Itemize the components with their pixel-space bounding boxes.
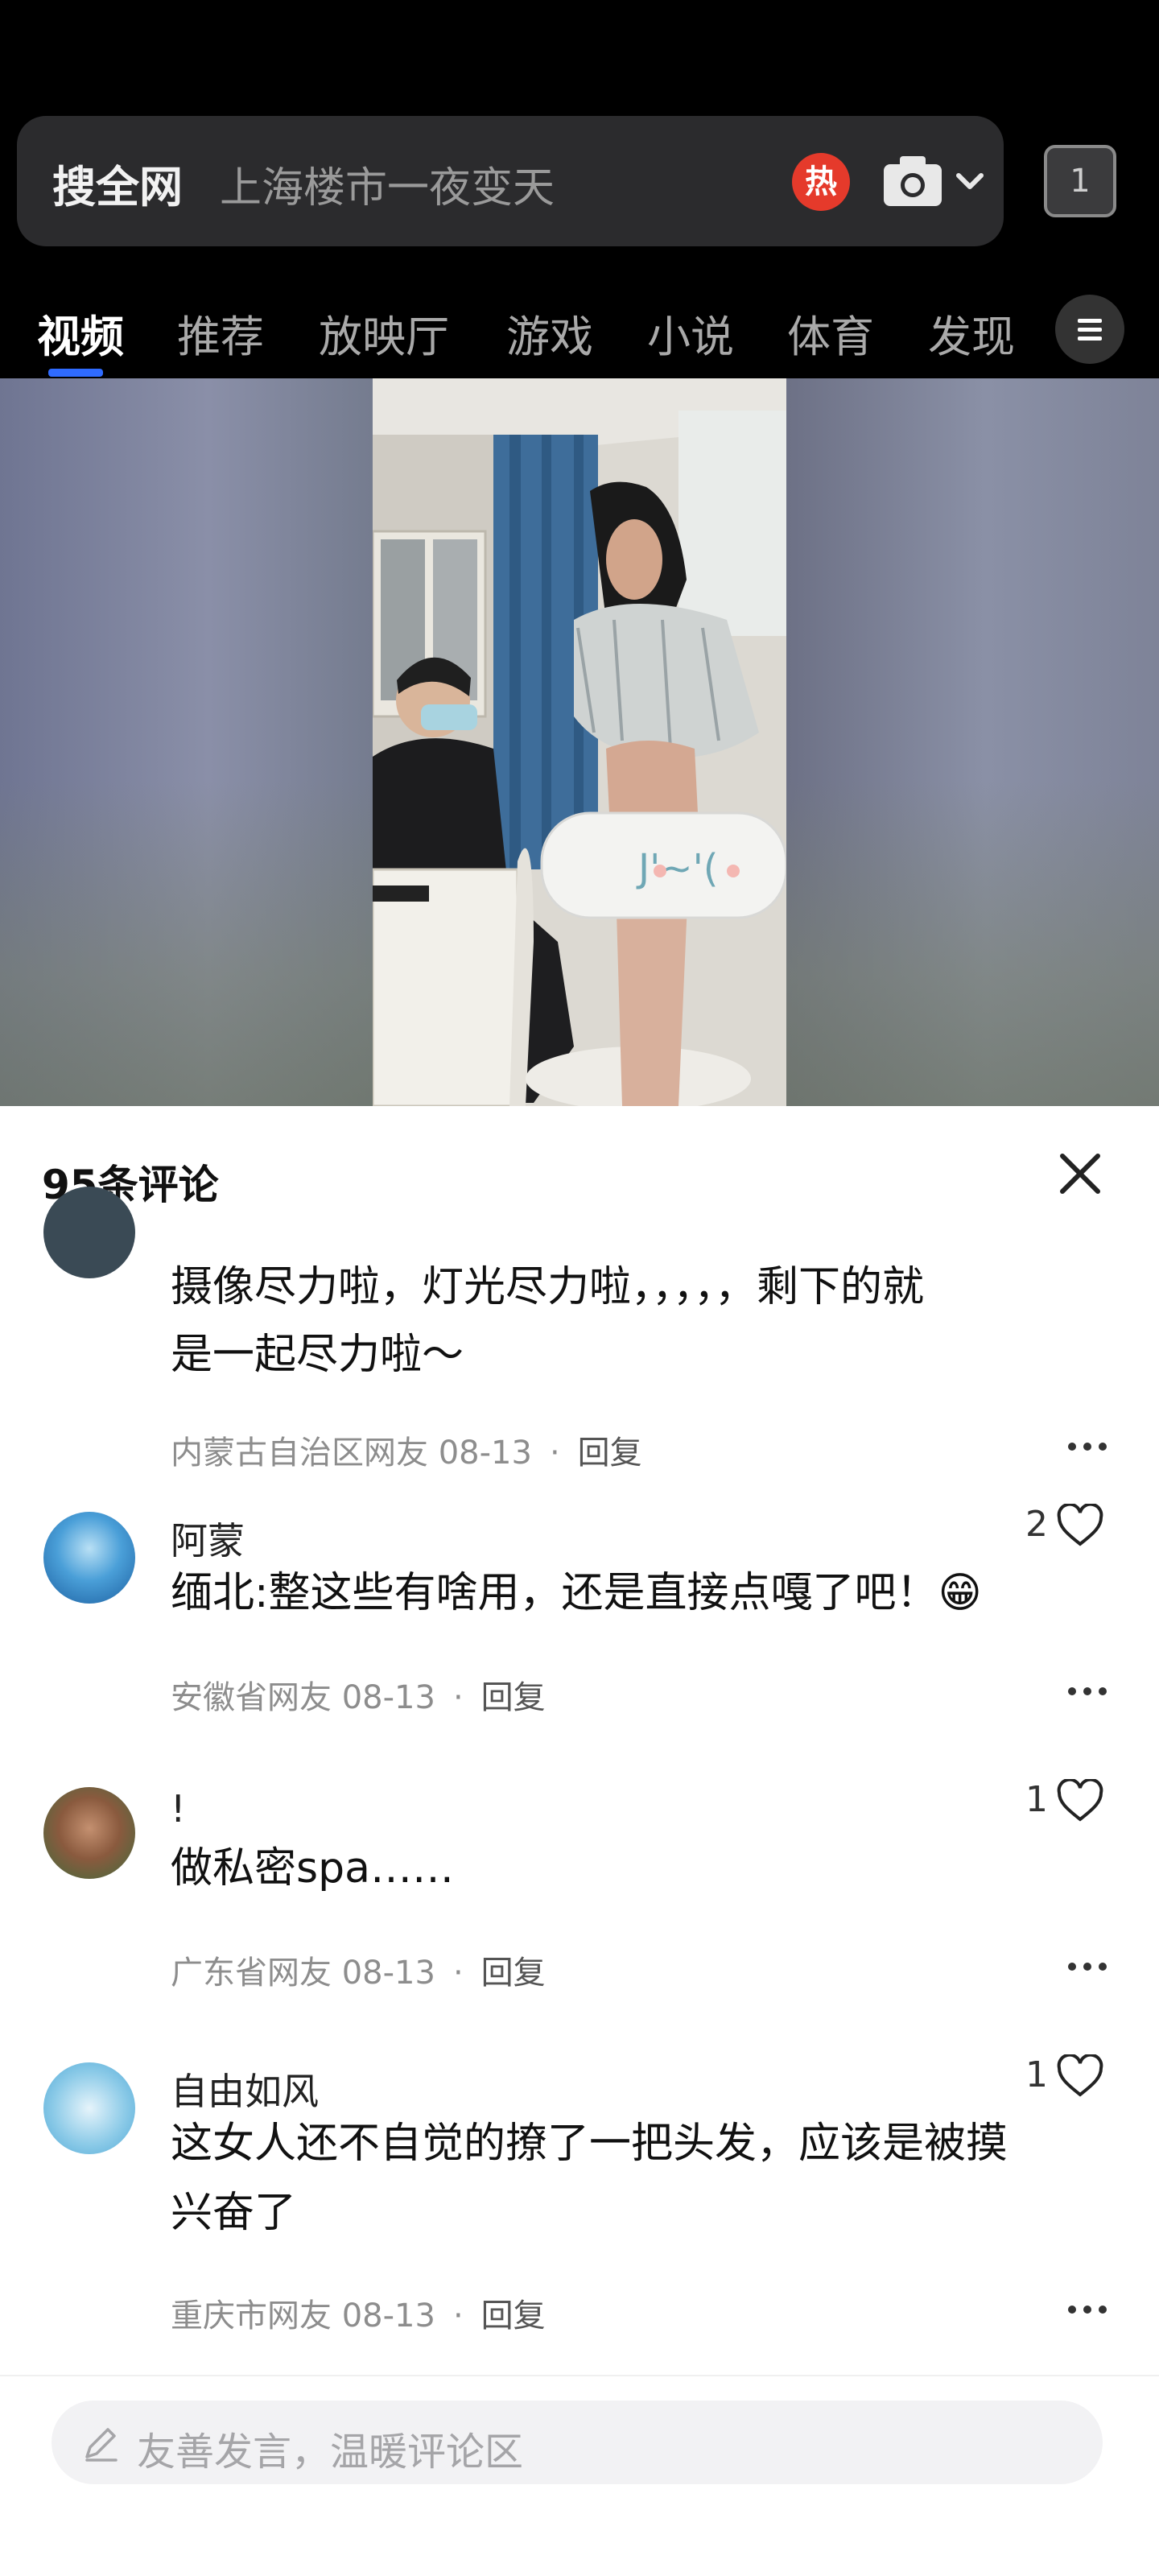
tab-novels[interactable]: 小说 — [647, 301, 734, 365]
avatar[interactable] — [43, 1512, 135, 1604]
comment-text-line: 是一起尽力啦～ — [171, 1331, 464, 1379]
video-sticker-text: J'~'( — [636, 846, 719, 891]
meta-separator: · — [549, 1435, 560, 1472]
comment-author[interactable]: ! — [171, 1787, 185, 1831]
reply-button[interactable]: 回复 — [481, 1679, 546, 1716]
heart-icon[interactable] — [1056, 1502, 1104, 1549]
comment-date: 08-13 — [341, 1679, 435, 1716]
avatar[interactable] — [43, 1787, 135, 1879]
meta-separator: · — [452, 2297, 464, 2334]
comment-author[interactable]: 自由如风 — [171, 2062, 319, 2116]
comment-text-line: 这女人还不自觉的撩了一把头发，应该是被摸 — [171, 2120, 1008, 2168]
comment-text-line: 摄像尽力啦，灯光尽力啦，，，，，剩下的就 — [171, 1263, 925, 1311]
tab-video[interactable]: 视频 — [37, 301, 124, 365]
comment-region: 广东省网友 — [171, 1955, 332, 1992]
more-options-icon[interactable] — [1067, 1686, 1107, 1697]
comment-region: 安徽省网友 — [171, 1679, 332, 1716]
tab-sports[interactable]: 体育 — [787, 301, 874, 365]
like-button[interactable]: 1 — [1025, 1777, 1104, 1824]
reply-button[interactable]: 回复 — [578, 1435, 642, 1472]
comment-date: 08-13 — [341, 2297, 435, 2334]
search-bar[interactable]: 搜全网 上海楼市一夜变天 热 — [17, 116, 1004, 246]
input-divider — [0, 2375, 1159, 2376]
comment-region: 重庆市网友 — [171, 2297, 332, 2334]
like-count: 1 — [1025, 1779, 1048, 1820]
heart-icon[interactable] — [1056, 2053, 1104, 2099]
comment-item: 摄像尽力啦，灯光尽力啦，，，，，剩下的就 是一起尽力啦～ 内蒙古自治区网友 08… — [0, 1187, 1159, 1484]
pencil-icon — [85, 2428, 118, 2462]
hot-icon[interactable]: 热 — [792, 153, 850, 211]
video-player[interactable]: J'~'( — [0, 378, 1159, 1106]
avatar[interactable] — [43, 1187, 135, 1278]
comment-date: 08-13 — [341, 1955, 435, 1992]
like-button[interactable]: 1 — [1025, 2053, 1104, 2099]
avatar[interactable] — [43, 2062, 135, 2154]
meta-separator: · — [452, 1679, 464, 1716]
comment-text-line: 做私密spa…… — [171, 1844, 454, 1893]
tab-count-button[interactable]: 1 — [1044, 145, 1116, 217]
comment-meta: 重庆市网友 08-13 · 回复 — [171, 2289, 546, 2336]
search-input[interactable]: 上海楼市一夜变天 — [220, 154, 555, 214]
video-frame[interactable]: J'~'( — [373, 378, 786, 1106]
more-options-icon[interactable] — [1067, 2304, 1107, 2315]
comment-meta: 内蒙古自治区网友 08-13 · 回复 — [171, 1426, 642, 1473]
tab-recommend[interactable]: 推荐 — [177, 301, 264, 365]
like-button[interactable]: 2 — [1025, 1502, 1104, 1549]
comment-input-placeholder: 友善发言，温暖评论区 — [137, 2429, 524, 2475]
search-scope-label: 搜全网 — [52, 162, 183, 213]
like-count: 1 — [1025, 2054, 1048, 2095]
comment-item: 阿蒙 2 缅北:整这些有啥用，还是直接点嘎了吧！😁 安徽省网友 08-13 · 回复 — [0, 1502, 1159, 1753]
comment-author[interactable]: 阿蒙 — [171, 1512, 245, 1565]
more-options-icon[interactable] — [1067, 1441, 1107, 1452]
active-tab-indicator — [48, 369, 103, 377]
heart-icon[interactable] — [1056, 1777, 1104, 1824]
top-header: 搜全网 上海楼市一夜变天 热 1 视频 推荐 放映厅 游戏 小说 体育 发现 — [0, 0, 1159, 378]
video-still-image: J'~'( — [373, 378, 786, 1106]
nav-tabs: 视频 推荐 放映厅 游戏 小说 体育 发现 — [0, 290, 1159, 378]
tab-discover[interactable]: 发现 — [928, 301, 1015, 365]
comment-item: ! 1 做私密spa…… 广东省网友 08-13 · 回复 — [0, 1777, 1159, 2029]
camera-icon[interactable] — [882, 155, 943, 208]
comments-panel: 95条评论 摄像尽力啦，灯光尽力啦，，，，，剩下的就 是一起尽力啦～ 内蒙古自治… — [0, 1106, 1159, 2576]
comment-input[interactable]: 友善发言，温暖评论区 — [52, 2401, 1103, 2484]
reply-button[interactable]: 回复 — [481, 2297, 546, 2334]
like-count: 2 — [1025, 1504, 1048, 1545]
comment-meta: 广东省网友 08-13 · 回复 — [171, 1946, 546, 1993]
comment-text-line: 兴奋了 — [171, 2189, 297, 2237]
tab-games[interactable]: 游戏 — [506, 301, 593, 365]
more-options-icon[interactable] — [1067, 1961, 1107, 1972]
tab-theater[interactable]: 放映厅 — [319, 301, 449, 365]
reply-button[interactable]: 回复 — [481, 1955, 546, 1992]
menu-button[interactable] — [1055, 295, 1124, 364]
comment-text-line: 缅北:整这些有啥用，还是直接点嘎了吧！😁 — [171, 1569, 982, 1617]
meta-separator: · — [452, 1955, 464, 1992]
comment-region: 内蒙古自治区网友 — [171, 1435, 428, 1472]
comment-meta: 安徽省网友 08-13 · 回复 — [171, 1671, 546, 1718]
comment-date: 08-13 — [438, 1435, 532, 1472]
comment-item: 自由如风 1 这女人还不自觉的撩了一把头发，应该是被摸 兴奋了 重庆市网友 08… — [0, 2053, 1159, 2376]
close-icon[interactable] — [1054, 1148, 1106, 1199]
chevron-down-icon[interactable] — [952, 166, 988, 198]
